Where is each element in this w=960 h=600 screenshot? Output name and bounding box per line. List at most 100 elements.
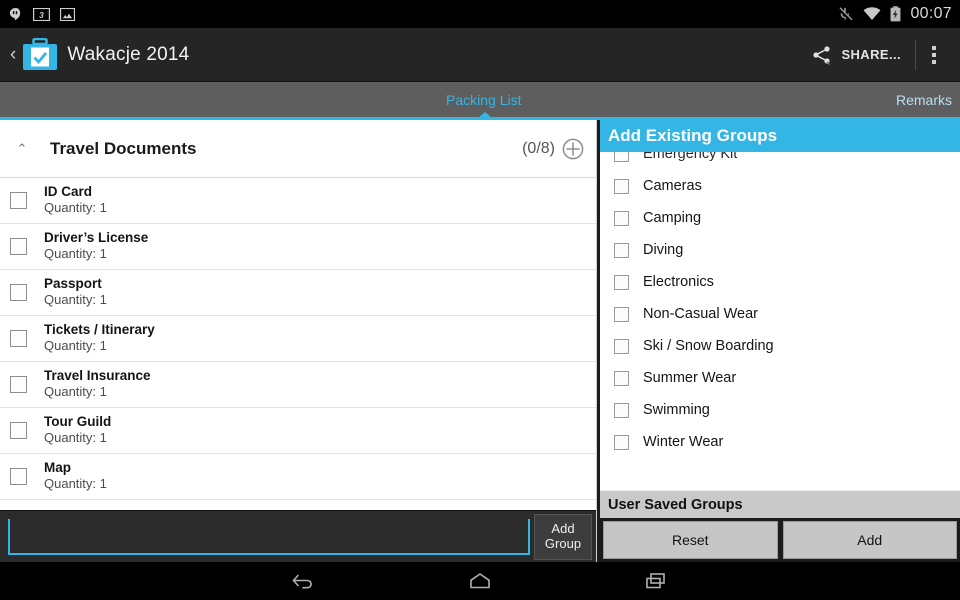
tab-bar: Packing List Remarks	[0, 82, 960, 120]
share-icon	[813, 45, 831, 65]
group-label: Camping	[643, 210, 702, 226]
suitcase-check-icon	[23, 37, 58, 70]
status-notification-icons: 3	[8, 7, 75, 22]
add-group-label-line2: Group	[544, 535, 582, 551]
item-quantity: Quantity: 1	[44, 200, 107, 216]
item-checkbox[interactable]	[10, 192, 27, 209]
overflow-dot	[932, 45, 936, 50]
tab-packing-list[interactable]: Packing List	[446, 92, 521, 108]
group-label: Winter Wear	[643, 434, 724, 450]
group-label: Non-Casual Wear	[643, 306, 758, 322]
list-item[interactable]: Driver’s License Quantity: 1	[0, 224, 596, 270]
item-title: Driver’s License	[44, 229, 149, 245]
group-checkbox[interactable]	[614, 402, 629, 418]
group-checkbox[interactable]	[614, 178, 629, 194]
tab-remarks[interactable]: Remarks	[896, 92, 952, 108]
android-screen: 3 00:07 ‹ Wakacje 2014 SHARE... Packing …	[0, 0, 960, 600]
group-checkbox[interactable]	[614, 338, 629, 354]
list-item[interactable]: Tour Guild Quantity: 1	[0, 408, 596, 454]
item-checkbox[interactable]	[10, 468, 27, 485]
back-icon	[292, 574, 312, 589]
overflow-dot	[932, 59, 936, 64]
list-item[interactable]: Cameras	[600, 170, 960, 202]
chevron-up-icon[interactable]: ⌃	[14, 141, 30, 157]
overflow-dot	[932, 52, 936, 57]
group-header-travel-documents[interactable]: ⌃ Travel Documents (0/8)	[0, 120, 596, 178]
list-item[interactable]: Tickets / Itinerary Quantity: 1	[0, 316, 596, 362]
list-item[interactable]: Winter Wear	[600, 426, 960, 458]
group-label: Summer Wear	[643, 370, 737, 386]
reset-button[interactable]: Reset	[603, 521, 778, 559]
item-checkbox[interactable]	[10, 330, 27, 347]
item-quantity: Quantity: 1	[44, 476, 107, 492]
share-button[interactable]: SHARE...	[800, 28, 913, 81]
add-button[interactable]: Add	[782, 521, 957, 559]
status-bar: 3 00:07	[0, 0, 960, 28]
item-title: Tour Guild	[44, 413, 112, 429]
overflow-menu-button[interactable]	[918, 45, 950, 64]
tab-active-indicator	[479, 112, 491, 117]
list-item[interactable]: Swimming	[600, 394, 960, 426]
recents-icon	[646, 573, 665, 589]
up-navigation-caret[interactable]: ‹	[4, 45, 20, 64]
add-group-label-line1: Add	[551, 520, 575, 536]
item-title: Travel Insurance	[44, 367, 151, 383]
panel-title: Add Existing Groups	[600, 120, 960, 152]
back-button[interactable]	[281, 566, 327, 596]
group-label: Cameras	[643, 178, 702, 194]
item-checkbox[interactable]	[10, 376, 27, 393]
item-quantity: Quantity: 1	[44, 246, 107, 262]
list-item[interactable]: Diving	[600, 234, 960, 266]
status-clock: 00:07	[910, 5, 952, 22]
packing-list-pane: ⌃ Travel Documents (0/8) ID Card Quantit…	[0, 120, 596, 562]
group-checkbox[interactable]	[614, 370, 629, 386]
navigation-bar	[0, 562, 960, 600]
group-checkbox[interactable]	[614, 306, 629, 322]
list-item[interactable]: Map Quantity: 1	[0, 454, 596, 500]
group-checkbox[interactable]	[614, 274, 629, 290]
group-label: Swimming	[643, 402, 710, 418]
group-label: Ski / Snow Boarding	[643, 338, 774, 354]
user-saved-groups-header: User Saved Groups	[600, 490, 960, 518]
item-quantity: Quantity: 1	[44, 430, 107, 446]
hangouts-icon	[9, 7, 21, 20]
panel-action-buttons: Reset Add	[600, 518, 960, 562]
item-checkbox[interactable]	[10, 422, 27, 439]
vibrate-mute-icon	[839, 7, 853, 21]
group-checkbox[interactable]	[614, 242, 629, 258]
list-item[interactable]: Camping	[600, 202, 960, 234]
item-title: Tickets / Itinerary	[44, 321, 155, 337]
existing-groups-list[interactable]: Emergency Kit Cameras Camping Diving Ele…	[600, 120, 960, 490]
list-item[interactable]: ID Card Quantity: 1	[0, 178, 596, 224]
item-checkbox[interactable]	[10, 238, 27, 255]
page-title: Wakacje 2014	[67, 43, 190, 65]
list-item[interactable]: Non-Casual Wear	[600, 298, 960, 330]
home-icon	[470, 573, 490, 589]
share-label: SHARE...	[841, 47, 901, 62]
recents-button[interactable]	[633, 566, 679, 596]
group-label: Diving	[643, 242, 684, 258]
home-button[interactable]	[457, 566, 503, 596]
item-title: ID Card	[44, 183, 93, 199]
action-bar-actions: SHARE...	[800, 28, 950, 81]
list-item[interactable]: Electronics	[600, 266, 960, 298]
group-checkbox[interactable]	[614, 210, 629, 226]
group-checkbox[interactable]	[614, 434, 629, 450]
list-item[interactable]: Passport Quantity: 1	[0, 270, 596, 316]
list-item[interactable]: Travel Insurance Quantity: 1	[0, 362, 596, 408]
sms-3-icon: 3	[33, 7, 50, 21]
item-title: Passport	[44, 275, 102, 291]
battery-charging-icon	[891, 6, 901, 22]
item-quantity: Quantity: 1	[44, 338, 107, 354]
list-item[interactable]: Ski / Snow Boarding	[600, 330, 960, 362]
content-area: ⌃ Travel Documents (0/8) ID Card Quantit…	[0, 120, 960, 562]
group-title: Travel Documents	[50, 138, 197, 158]
list-item[interactable]: Summer Wear	[600, 362, 960, 394]
new-group-name-input[interactable]	[8, 518, 530, 555]
item-checkbox[interactable]	[10, 284, 27, 301]
action-bar: ‹ Wakacje 2014 SHARE...	[0, 28, 960, 82]
plus-circle-icon[interactable]	[562, 138, 584, 160]
item-quantity: Quantity: 1	[44, 384, 107, 400]
screenshot-icon	[60, 7, 75, 21]
add-group-button[interactable]: Add Group	[534, 513, 592, 560]
